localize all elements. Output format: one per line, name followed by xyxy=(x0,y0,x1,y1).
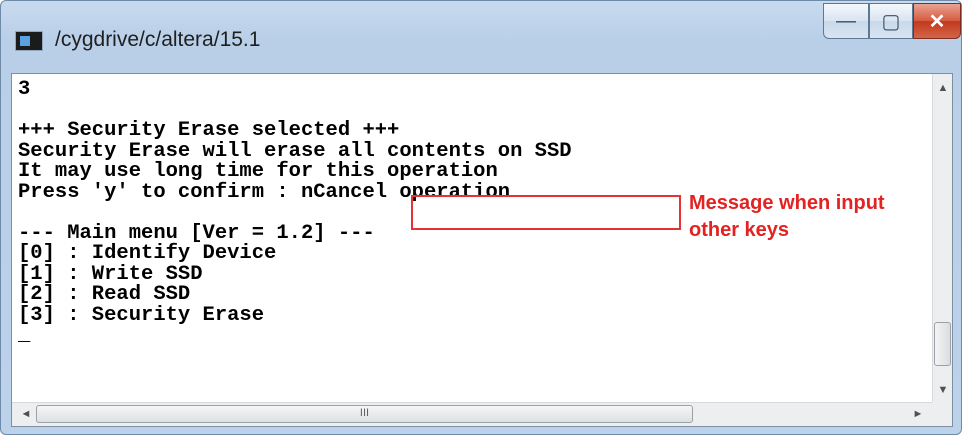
horizontal-scrollbar[interactable]: ◄ III ► xyxy=(12,402,932,426)
highlight-box xyxy=(411,195,681,230)
resize-grip-icon[interactable] xyxy=(932,402,952,426)
close-icon: ✕ xyxy=(928,10,946,33)
scroll-left-arrow-icon[interactable]: ◄ xyxy=(16,403,36,425)
close-button[interactable]: ✕ xyxy=(913,3,961,39)
window-title: /cygdrive/c/altera/15.1 xyxy=(55,28,261,51)
minimize-button[interactable]: — xyxy=(823,3,869,39)
annotation-label: Message when input other keys xyxy=(689,192,885,241)
maximize-icon: ▢ xyxy=(881,10,901,33)
title-bar[interactable]: /cygdrive/c/altera/15.1 — ▢ ✕ xyxy=(1,1,961,73)
scroll-right-arrow-icon[interactable]: ► xyxy=(908,403,928,425)
minimize-icon: — xyxy=(836,9,856,32)
scroll-down-arrow-icon[interactable]: ▼ xyxy=(933,380,953,400)
scroll-grip-icon: III xyxy=(359,407,370,419)
horizontal-scroll-thumb[interactable]: III xyxy=(36,405,693,423)
scroll-up-arrow-icon[interactable]: ▲ xyxy=(933,78,953,98)
maximize-button[interactable]: ▢ xyxy=(869,3,913,39)
terminal-app-icon[interactable] xyxy=(15,31,43,51)
vertical-scroll-thumb[interactable] xyxy=(934,322,951,366)
console-frame: 3 +++ Security Erase selected +++ Securi… xyxy=(11,73,953,427)
